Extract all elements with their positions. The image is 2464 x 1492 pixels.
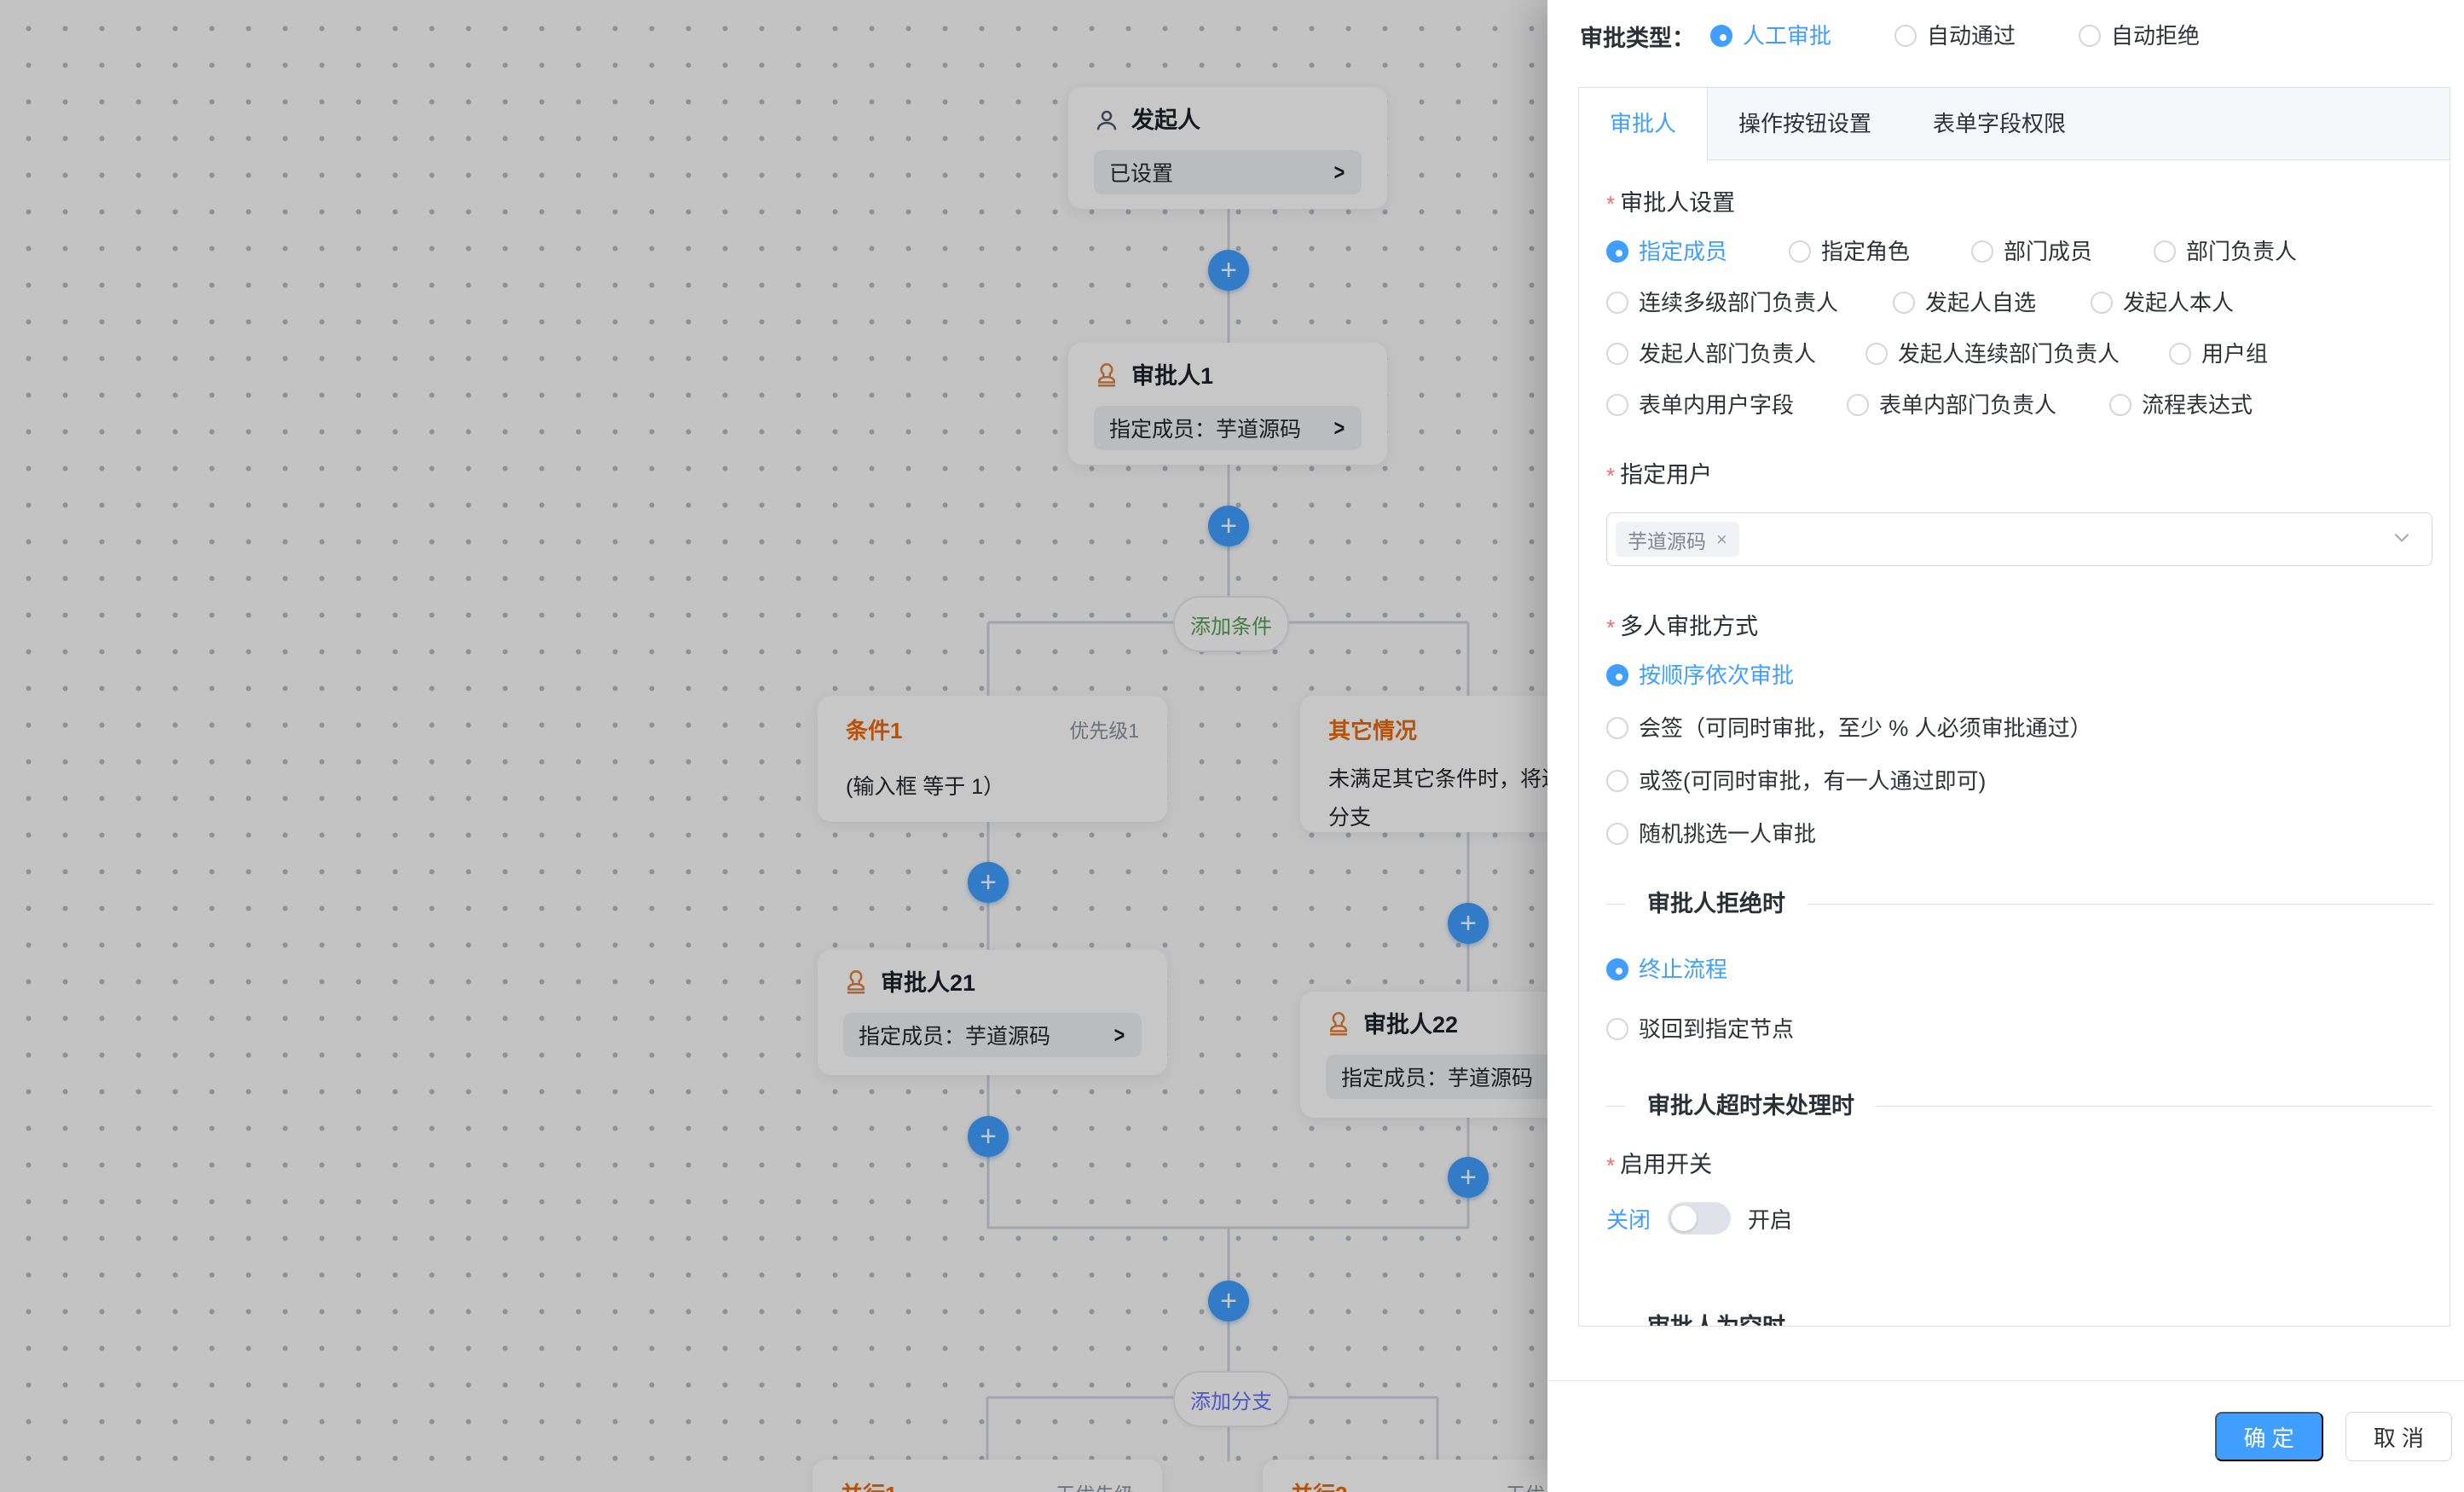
radio-terminate-process[interactable]: 终止流程 <box>1606 958 2432 980</box>
radio-return-to-node[interactable]: 驳回到指定节点 <box>1606 1018 2432 1040</box>
radio-icon <box>1893 292 1915 314</box>
multi-approve-label: * 多人审批方式 <box>1606 616 2432 639</box>
radio-icon <box>1606 292 1628 314</box>
radio-icon <box>2109 394 2131 416</box>
assigned-user-select[interactable]: 芋道源码 × <box>1606 512 2432 566</box>
radio-assigned-member[interactable]: 指定成员 <box>1606 240 1727 263</box>
timeout-switch-row: 关闭 开启 <box>1606 1202 2432 1235</box>
enable-switch-label: * 启用开关 <box>1606 1154 2432 1177</box>
radio-starter-dept-leader[interactable]: 发起人部门负责人 <box>1606 343 1816 365</box>
radio-icon <box>2091 292 2113 314</box>
confirm-button[interactable]: 确 定 <box>2215 1412 2323 1461</box>
radio-random-one[interactable]: 随机挑选一人审批 <box>1606 823 2432 845</box>
cancel-button[interactable]: 取 消 <box>2345 1412 2452 1461</box>
approver-config-drawer: 审批类型： 人工审批 自动通过 自动拒绝 审批人 操作按钮设置 表单字段权限 <box>1547 0 2464 1492</box>
radio-icon <box>1606 664 1628 686</box>
approval-type-row: 审批类型： 人工审批 自动通过 自动拒绝 <box>1547 0 2464 58</box>
radio-starter-self[interactable]: 发起人本人 <box>2091 292 2234 314</box>
timeout-toggle[interactable] <box>1668 1202 1731 1235</box>
radio-process-expression[interactable]: 流程表达式 <box>2109 394 2253 416</box>
radio-countersign[interactable]: 会签（可同时审批，至少 % 人必须审批通过） <box>1606 717 2432 739</box>
user-tag: 芋道源码 × <box>1616 522 1739 557</box>
radio-icon <box>2154 240 2176 263</box>
radio-or-sign[interactable]: 或签(可同时审批，有一人通过即可) <box>1606 770 2432 792</box>
divider-line <box>1606 904 1625 905</box>
radio-auto-approve[interactable]: 自动通过 <box>1894 25 2016 47</box>
approver-setting-row4: 表单内用户字段 表单内部门负责人 流程表达式 <box>1606 394 2432 416</box>
tab-button-settings[interactable]: 操作按钮设置 <box>1708 88 1902 159</box>
radio-starter-self-select[interactable]: 发起人自选 <box>1893 292 2036 314</box>
tag-close-icon[interactable]: × <box>1716 529 1727 551</box>
radio-icon <box>1606 823 1628 845</box>
divider-line <box>1808 904 2432 905</box>
radio-form-dept-leader[interactable]: 表单内部门负责人 <box>1847 394 2056 416</box>
radio-icon <box>1606 240 1628 263</box>
required-asterisk: * <box>1606 1154 1615 1177</box>
radio-manual-approve[interactable]: 人工审批 <box>1710 25 1831 47</box>
radio-assigned-role[interactable]: 指定角色 <box>1789 240 1910 263</box>
radio-dept-member[interactable]: 部门成员 <box>1971 240 2092 263</box>
radio-auto-reject[interactable]: 自动拒绝 <box>2079 25 2200 47</box>
radio-form-user-field[interactable]: 表单内用户字段 <box>1606 394 1794 416</box>
radio-sequential-approve[interactable]: 按顺序依次审批 <box>1606 664 2432 686</box>
bpm-flow-designer: 发起人 已设置 > + 审批人1 指定成员：芋道源码 > <box>0 0 2464 1492</box>
radio-icon <box>1847 394 1869 416</box>
config-tabs: 审批人 操作按钮设置 表单字段权限 * 审批人设置 指定成员 <box>1578 87 2450 1327</box>
radio-starter-multi-dept-leader[interactable]: 发起人连续部门负责人 <box>1865 343 2120 365</box>
timeout-section-divider: 审批人超时未处理时 <box>1606 1091 2432 1121</box>
radio-icon <box>1606 1018 1628 1040</box>
empty-section-title: 审批人为空时 <box>1647 1312 1785 1326</box>
switch-on-label: 开启 <box>1748 1203 1792 1235</box>
chevron-down-icon <box>2391 526 2413 552</box>
radio-icon <box>1606 770 1628 792</box>
approver-tab-panel: * 审批人设置 指定成员 指定角色 部门成员 <box>1579 159 2450 1326</box>
reject-options: 终止流程 驳回到指定节点 <box>1606 958 2432 1040</box>
drawer-footer: 确 定 取 消 <box>1547 1380 2464 1492</box>
radio-icon <box>1606 394 1628 416</box>
tab-approver[interactable]: 审批人 <box>1579 88 1708 161</box>
toggle-knob <box>1671 1206 1697 1231</box>
timeout-section-title: 审批人超时未处理时 <box>1647 1091 1854 1121</box>
multi-approve-options: 按顺序依次审批 会签（可同时审批，至少 % 人必须审批通过） 或签(可同时审批，… <box>1606 664 2432 845</box>
required-asterisk: * <box>1606 465 1615 487</box>
radio-user-group[interactable]: 用户组 <box>2169 343 2268 365</box>
divider-line <box>1606 1106 1625 1107</box>
approval-type-label: 审批类型： <box>1580 20 1695 53</box>
radio-icon <box>1606 343 1628 365</box>
radio-icon <box>2169 343 2191 365</box>
radio-icon <box>1710 25 1732 47</box>
reject-section-divider: 审批人拒绝时 <box>1606 889 2432 919</box>
tabs-header: 审批人 操作按钮设置 表单字段权限 <box>1579 88 2450 160</box>
radio-icon <box>1971 240 1993 263</box>
assigned-user-label: * 指定用户 <box>1606 464 2432 487</box>
empty-section-divider: 审批人为空时 <box>1606 1312 2432 1326</box>
radio-icon <box>1894 25 1917 47</box>
radio-icon <box>1606 958 1628 980</box>
user-tag-label: 芋道源码 <box>1628 525 1706 554</box>
divider-line <box>1877 1106 2432 1107</box>
radio-icon <box>1606 717 1628 739</box>
approver-setting-label: * 审批人设置 <box>1606 192 2432 215</box>
approver-setting-row2: 连续多级部门负责人 发起人自选 发起人本人 <box>1606 292 2432 314</box>
reject-section-title: 审批人拒绝时 <box>1647 889 1785 919</box>
radio-icon <box>2079 25 2101 47</box>
tab-form-field-permissions[interactable]: 表单字段权限 <box>1902 88 2097 159</box>
radio-multi-level-dept-leader[interactable]: 连续多级部门负责人 <box>1606 292 1838 314</box>
switch-off-label: 关闭 <box>1606 1203 1651 1235</box>
radio-dept-leader[interactable]: 部门负责人 <box>2154 240 2297 263</box>
approver-setting-row3: 发起人部门负责人 发起人连续部门负责人 用户组 <box>1606 343 2432 365</box>
required-asterisk: * <box>1606 616 1615 639</box>
required-asterisk: * <box>1606 193 1615 215</box>
approver-setting-row1: 指定成员 指定角色 部门成员 部门负责人 <box>1606 240 2432 263</box>
radio-icon <box>1865 343 1888 365</box>
radio-icon <box>1789 240 1811 263</box>
